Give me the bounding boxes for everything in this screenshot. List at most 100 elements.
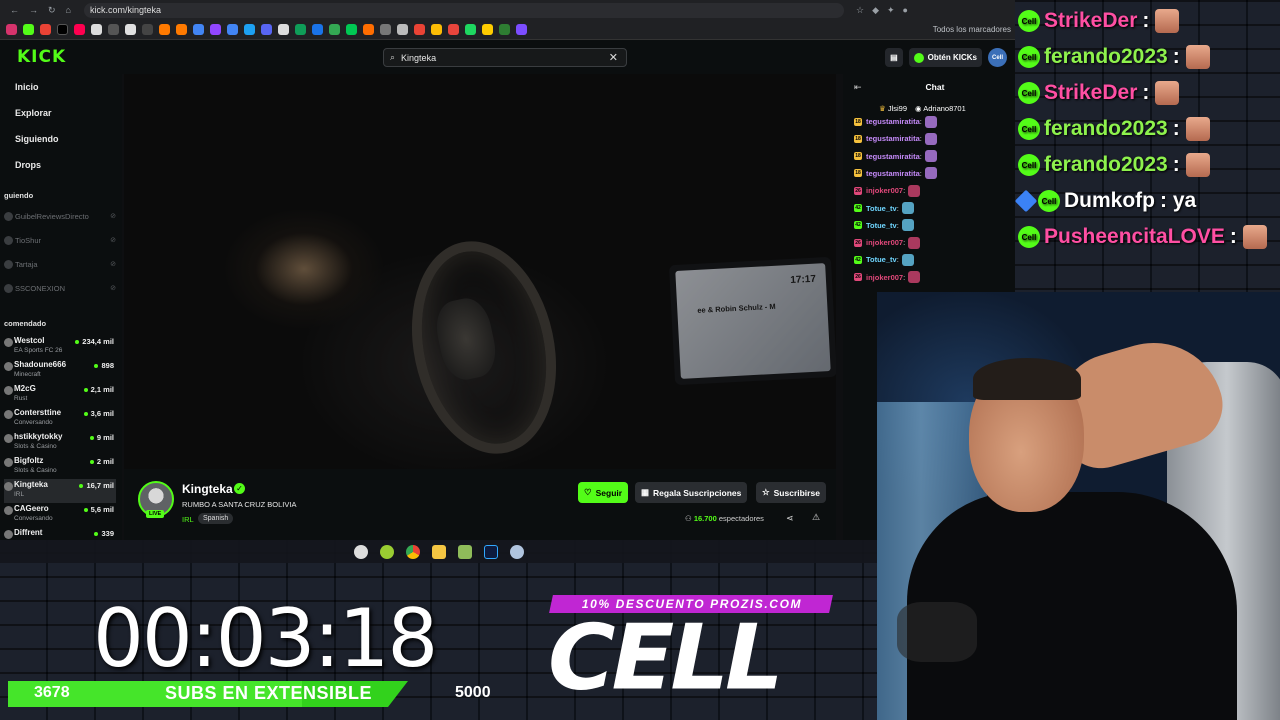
bookmark-star-icon[interactable]: ☆: [856, 5, 864, 16]
bookmark-icon[interactable]: [431, 24, 442, 35]
chat-username[interactable]: injoker007: [866, 238, 903, 247]
nav-explorar[interactable]: Explorar: [15, 108, 52, 118]
bookmark-icon[interactable]: [193, 24, 204, 35]
gift-subs-button[interactable]: ▦ Regala Suscripciones: [635, 482, 748, 503]
chat-username[interactable]: tegustamiratita: [866, 169, 920, 178]
user-avatar[interactable]: Cell: [988, 48, 1007, 67]
recommended-channel[interactable]: Contersttine Conversando 3,6 mil: [4, 407, 116, 431]
recommended-channel[interactable]: CAGeero Conversando 5,6 mil: [4, 503, 116, 527]
app-icon[interactable]: [457, 544, 472, 559]
chat-message[interactable]: 18 tegustamiratita:: [854, 167, 937, 180]
chat-message[interactable]: 18 tegustamiratita:: [854, 150, 937, 163]
chat-username[interactable]: injoker007: [866, 186, 903, 195]
bookmark-icon[interactable]: [91, 24, 102, 35]
chat-message[interactable]: 26 injoker007:: [854, 184, 921, 197]
recommended-channel[interactable]: Bigfoltz Slots & Casino 2 mil: [4, 455, 116, 479]
nav-siguiendo[interactable]: Siguiendo: [15, 134, 59, 144]
channel-name[interactable]: Kingteka: [182, 482, 233, 496]
bookmark-icon[interactable]: [482, 24, 493, 35]
gifter-entry[interactable]: ◉ Adriano8701: [915, 104, 966, 113]
chat-message[interactable]: 42 Totue_tv:: [854, 253, 914, 266]
bookmark-icon[interactable]: [244, 24, 255, 35]
bookmark-icon[interactable]: [499, 24, 510, 35]
get-kicks-button[interactable]: Obtén KICKs: [908, 48, 982, 67]
photoshop-icon[interactable]: [483, 544, 498, 559]
chat-message[interactable]: 42 Totue_tv:: [854, 202, 914, 215]
bookmark-icon[interactable]: [295, 24, 306, 35]
back-icon[interactable]: ←: [10, 5, 19, 16]
recommended-channel[interactable]: Westcol EA Sports FC 26 234,4 mil: [4, 335, 116, 359]
recommended-channel[interactable]: Shadoune666 Minecraft 898: [4, 359, 116, 383]
profile-icon[interactable]: ●: [903, 5, 908, 16]
recommended-channel-selected[interactable]: Kingteka IRL 16,7 mil: [4, 479, 116, 503]
bookmark-icon[interactable]: [312, 24, 323, 35]
language-tag[interactable]: Spanish: [198, 513, 234, 524]
follow-button[interactable]: ♡ Seguir: [578, 482, 629, 503]
bookmark-icon[interactable]: [261, 24, 272, 35]
kick-logo[interactable]: KICK: [17, 47, 66, 67]
search-input[interactable]: ⌕ Kingteka ✕: [383, 48, 627, 67]
chat-username[interactable]: tegustamiratita: [866, 134, 920, 143]
wallet-button[interactable]: ▤: [885, 48, 903, 67]
chat-message[interactable]: 18 tegustamiratita:: [854, 115, 937, 128]
chat-message[interactable]: 18 tegustamiratita:: [854, 132, 937, 145]
chat-username[interactable]: tegustamiratita: [866, 117, 920, 126]
bookmark-icon[interactable]: [23, 24, 34, 35]
nav-inicio[interactable]: Inicio: [15, 82, 39, 92]
chat-username[interactable]: Totue_tv: [866, 204, 897, 213]
extension-icon[interactable]: ◆: [872, 5, 879, 16]
following-item[interactable]: Tartaja ⊘: [4, 254, 116, 274]
subscribe-button[interactable]: ☆ Suscribirse: [756, 482, 826, 503]
all-bookmarks-folder[interactable]: Todos los marcadores: [933, 25, 1011, 34]
following-item[interactable]: GuibelReviewsDirecto ⊘: [4, 206, 116, 226]
obs-icon[interactable]: [353, 544, 368, 559]
chat-message[interactable]: 26 injoker007:: [854, 236, 921, 249]
chat-message[interactable]: 26 injoker007:: [854, 271, 921, 284]
bookmark-icon[interactable]: [414, 24, 425, 35]
bookmark-icon[interactable]: [278, 24, 289, 35]
chat-username[interactable]: tegustamiratita: [866, 152, 920, 161]
report-icon[interactable]: ⚠: [812, 512, 820, 523]
bookmark-icon[interactable]: [516, 24, 527, 35]
bookmark-icon[interactable]: [74, 24, 85, 35]
recommended-channel[interactable]: M2cG Rust 2,1 mil: [4, 383, 116, 407]
app-icon[interactable]: [509, 544, 524, 559]
bookmark-icon[interactable]: [6, 24, 17, 35]
following-item[interactable]: SSCONEXION ⊘: [4, 278, 116, 298]
address-bar[interactable]: kick.com/kingteka: [84, 2, 844, 18]
forward-icon[interactable]: →: [29, 5, 38, 16]
share-icon[interactable]: ⋖: [786, 513, 794, 524]
bookmark-icon[interactable]: [40, 24, 51, 35]
bookmark-icon[interactable]: [159, 24, 170, 35]
nav-drops[interactable]: Drops: [15, 160, 41, 170]
bookmark-icon[interactable]: [380, 24, 391, 35]
bookmark-icon[interactable]: [176, 24, 187, 35]
bookmark-icon[interactable]: [363, 24, 374, 35]
puzzle-icon[interactable]: ✦: [887, 5, 895, 16]
chat-username[interactable]: Totue_tv: [866, 255, 897, 264]
chat-username[interactable]: Totue_tv: [866, 221, 897, 230]
bookmark-icon[interactable]: [125, 24, 136, 35]
app-icon[interactable]: [379, 544, 394, 559]
chat-message[interactable]: 42 Totue_tv:: [854, 219, 914, 232]
bookmark-icon[interactable]: [448, 24, 459, 35]
recommended-channel[interactable]: hstikkytokky Slots & Casino 9 mil: [4, 431, 116, 455]
gifter-entry[interactable]: ♛ Jlsi99: [879, 104, 907, 113]
home-icon[interactable]: ⌂: [66, 5, 71, 16]
recommended-channel[interactable]: Diffrent 339: [4, 527, 116, 540]
bookmark-icon[interactable]: [329, 24, 340, 35]
bookmark-icon[interactable]: [142, 24, 153, 35]
following-item[interactable]: TioShur ⊘: [4, 230, 116, 250]
bookmark-icon[interactable]: [397, 24, 408, 35]
chat-username[interactable]: injoker007: [866, 273, 903, 282]
reload-icon[interactable]: ↻: [48, 5, 56, 16]
bookmark-icon[interactable]: [210, 24, 221, 35]
clear-search-icon[interactable]: ✕: [609, 51, 618, 64]
bookmark-icon[interactable]: [465, 24, 476, 35]
folder-icon[interactable]: [431, 544, 446, 559]
bookmark-icon[interactable]: [227, 24, 238, 35]
category-link[interactable]: IRL: [182, 515, 194, 524]
chrome-icon[interactable]: [405, 544, 420, 559]
bookmark-icon[interactable]: [108, 24, 119, 35]
video-player[interactable]: 17:17 ee & Robin Schulz - M: [124, 74, 836, 469]
